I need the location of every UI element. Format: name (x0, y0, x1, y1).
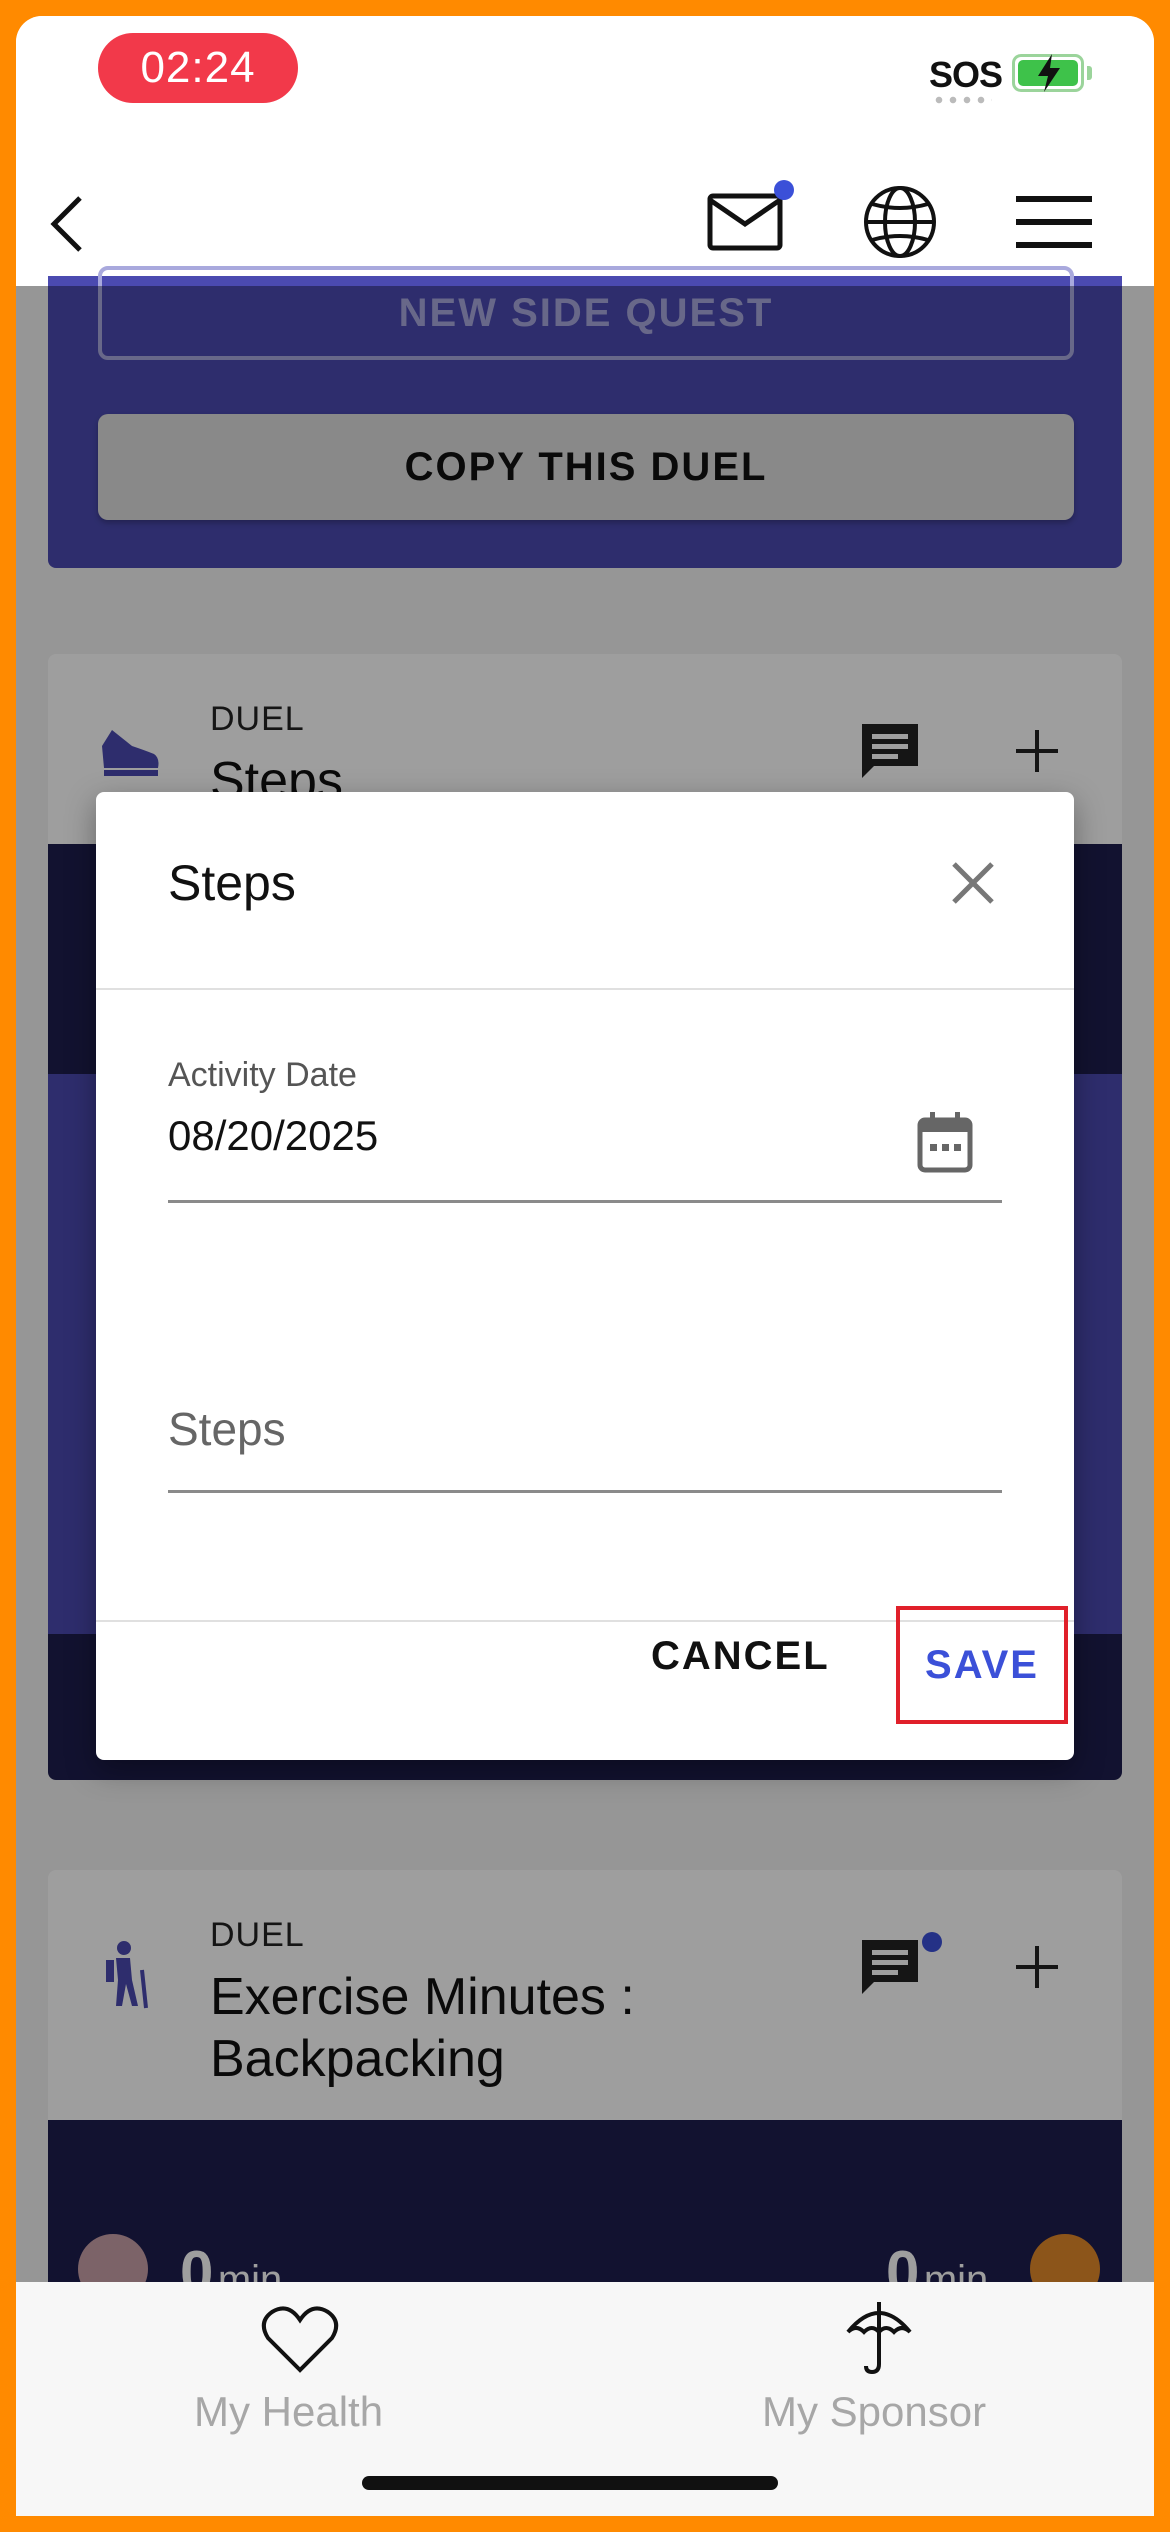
umbrella-icon[interactable] (844, 2298, 914, 2376)
steps-input-underline (168, 1490, 1002, 1493)
app-screen: 02:24 SOS NEW SIDE QUEST COPY THIS DUEL … (16, 16, 1154, 2516)
status-time: 02:24 (98, 33, 298, 103)
save-button[interactable]: SAVE (896, 1606, 1068, 1724)
header-divider (96, 988, 1074, 990)
tab-my-sponsor[interactable]: My Sponsor (762, 2388, 986, 2436)
heart-icon[interactable] (260, 2304, 340, 2374)
cancel-button[interactable]: CANCEL (651, 1634, 830, 1679)
log-steps-dialog: Steps Activity Date 08/20/2025 Steps CAN… (96, 792, 1074, 1760)
home-indicator (362, 2476, 778, 2490)
activity-date-label: Activity Date (168, 1056, 357, 1094)
activity-date-underline (168, 1200, 1002, 1203)
sos-indicator: SOS (929, 54, 1003, 95)
signal-dots-icon (932, 96, 992, 104)
dialog-title: Steps (168, 855, 296, 911)
hamburger-menu-icon[interactable] (1016, 194, 1092, 250)
status-bar: 02:24 SOS (16, 16, 1154, 156)
battery-tip (1087, 66, 1092, 80)
charging-bolt-icon (1038, 54, 1060, 92)
calendar-icon[interactable] (916, 1110, 974, 1174)
globe-icon[interactable] (862, 184, 938, 260)
steps-input[interactable]: Steps (168, 1402, 286, 1456)
close-icon[interactable] (948, 858, 998, 908)
chevron-left-icon[interactable] (46, 194, 86, 254)
mail-icon[interactable] (706, 178, 802, 258)
tab-my-health[interactable]: My Health (194, 2388, 383, 2436)
activity-date-input[interactable]: 08/20/2025 (168, 1112, 378, 1160)
